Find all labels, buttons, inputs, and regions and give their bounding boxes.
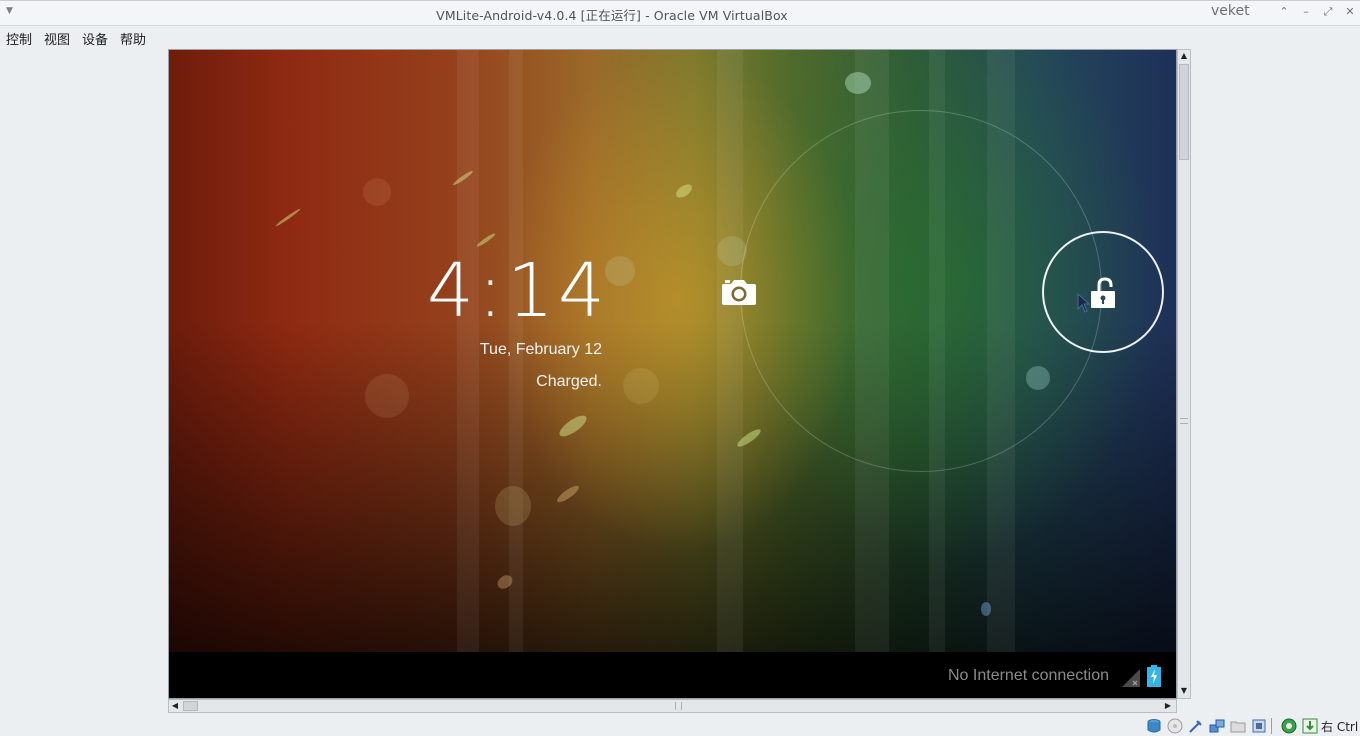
mouse-pointer-icon (1077, 293, 1091, 313)
vertical-scroll-thumb[interactable] (1179, 64, 1189, 160)
lockscreen-clock: 4:14 (426, 248, 609, 334)
scroll-up-arrow-icon[interactable]: ▲ (1179, 51, 1189, 61)
username-label: veket (1211, 3, 1250, 19)
optical-drive-icon[interactable] (1167, 718, 1183, 734)
virtualization-icon[interactable] (1281, 718, 1297, 734)
horizontal-scroll-grip (675, 702, 682, 710)
usb-icon[interactable] (1188, 718, 1204, 734)
vertical-scrollbar[interactable]: ▲ ▼ (1177, 49, 1191, 699)
close-button[interactable]: ✕ (1342, 4, 1358, 20)
network-icon[interactable] (1209, 718, 1225, 734)
wallpaper-leaf (274, 207, 302, 228)
wallpaper-streak (717, 50, 743, 652)
unlock-padlock-icon (1091, 277, 1115, 308)
scroll-down-arrow-icon[interactable]: ▼ (1179, 686, 1189, 696)
scroll-left-arrow-icon[interactable]: ◀ (170, 701, 180, 711)
android-status-bar: No Internet connection (169, 652, 1176, 698)
status-separator (1271, 718, 1272, 734)
hard-disk-icon[interactable] (1146, 718, 1162, 734)
wallpaper-bokeh (981, 602, 991, 616)
wallpaper-bokeh (605, 256, 635, 286)
battery-status-text: Charged. (536, 373, 602, 390)
minimize-button[interactable]: – (1298, 4, 1314, 20)
wallpaper-leaf (555, 483, 581, 505)
menu-view[interactable]: 视图 (44, 29, 70, 48)
shared-folders-icon[interactable] (1230, 718, 1246, 734)
wallpaper-bokeh (623, 368, 659, 404)
titlebar-top-border (0, 0, 1360, 1)
menu-bar: 控制 视图 设备 帮助 (0, 27, 1360, 48)
wallpaper-bokeh (845, 72, 871, 94)
mouse-integration-icon[interactable] (1302, 718, 1318, 734)
network-status-text: No Internet connection (948, 667, 1109, 684)
horizontal-scrollbar[interactable]: ◀ ▶ (168, 699, 1177, 713)
video-capture-icon[interactable] (1251, 718, 1267, 734)
menu-devices[interactable]: 设备 (82, 29, 108, 48)
wallpaper-leaf (556, 411, 590, 441)
maximize-button[interactable]: ⤢ (1320, 4, 1336, 20)
menu-control[interactable]: 控制 (6, 29, 32, 48)
lockscreen-date: Tue, February 12 (479, 341, 602, 358)
window-titlebar: ▼ VMLite-Android-v4.0.4 [正在运行] - Oracle … (0, 0, 1360, 26)
wallpaper-bokeh (495, 486, 531, 526)
wallpaper-leaf (673, 181, 695, 201)
vm-display[interactable]: 4:14 Tue, February 12 Charged. No Intern… (168, 49, 1177, 699)
no-signal-icon (1122, 669, 1140, 687)
horizontal-scroll-thumb[interactable] (183, 701, 198, 711)
wallpaper-bokeh (363, 178, 391, 206)
host-key-label: 右 Ctrl (1321, 720, 1359, 734)
menu-help[interactable]: 帮助 (120, 29, 146, 48)
camera-icon[interactable] (721, 277, 757, 307)
scroll-right-arrow-icon[interactable]: ▶ (1163, 701, 1173, 711)
shade-button[interactable]: ⌃ (1276, 4, 1292, 20)
battery-charging-icon (1147, 665, 1161, 687)
window-title: VMLite-Android-v4.0.4 [正在运行] - Oracle VM… (436, 8, 788, 23)
vertical-scroll-grip (1180, 418, 1188, 424)
